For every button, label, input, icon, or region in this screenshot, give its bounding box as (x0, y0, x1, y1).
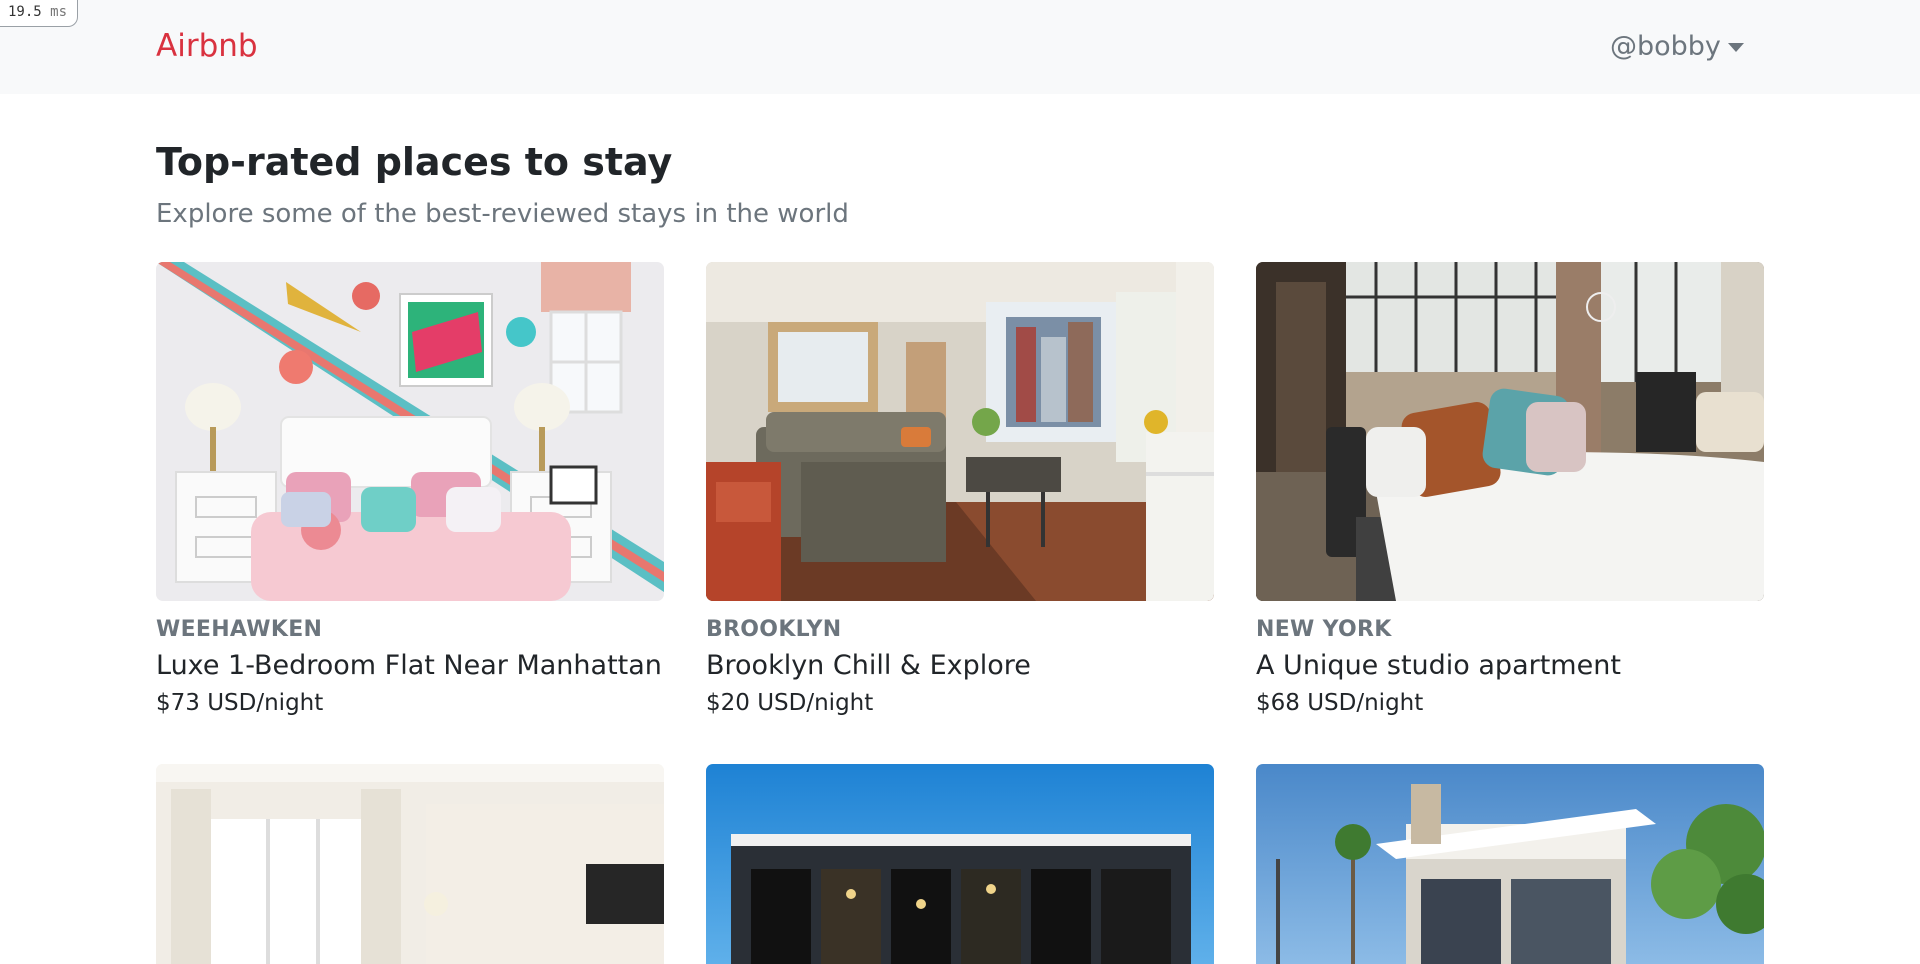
user-dropdown-toggle[interactable]: @bobby (1610, 27, 1744, 67)
render-time-unit: ms (50, 4, 68, 20)
listing-photo[interactable] (1256, 262, 1764, 601)
listing-card[interactable] (1256, 764, 1764, 964)
page-subtitle: Explore some of the best-reviewed stays … (156, 199, 849, 229)
listing-price: $73 USD/night (156, 690, 324, 716)
listing-city: NEW YORK (1256, 617, 1392, 642)
listing-price: $68 USD/night (1256, 690, 1424, 716)
render-time-value: 19.5 (8, 4, 42, 20)
listing-name[interactable]: Luxe 1-Bedroom Flat Near Manhattan (156, 649, 664, 683)
listing-name[interactable]: A Unique studio apartment (1256, 649, 1764, 683)
listing-price: $20 USD/night (706, 690, 874, 716)
page-title: Top-rated places to stay (156, 140, 673, 184)
brand-logo-link[interactable]: Airbnb (156, 26, 258, 66)
listing-city: BROOKLYN (706, 617, 842, 642)
listing-photo[interactable] (156, 262, 664, 601)
listing-photo[interactable] (1256, 764, 1764, 964)
listing-card[interactable]: NEW YORK A Unique studio apartment $68 U… (1256, 262, 1764, 718)
listing-photo[interactable] (706, 764, 1214, 964)
top-navbar: Airbnb @bobby (0, 0, 1920, 94)
listing-card[interactable] (156, 764, 664, 964)
listing-photo[interactable] (156, 764, 664, 964)
listing-photo[interactable] (706, 262, 1214, 601)
listing-city: WEEHAWKEN (156, 617, 323, 642)
listing-card[interactable]: BROOKLYN Brooklyn Chill & Explore $20 US… (706, 262, 1214, 718)
caret-down-icon (1727, 42, 1744, 52)
listing-card[interactable] (706, 764, 1214, 964)
listing-card[interactable]: WEEHAWKEN Luxe 1-Bedroom Flat Near Manha… (156, 262, 664, 718)
listing-name[interactable]: Brooklyn Chill & Explore (706, 649, 1214, 683)
user-handle: @bobby (1610, 31, 1721, 62)
render-time-badge: 19.5 ms (0, 0, 79, 27)
